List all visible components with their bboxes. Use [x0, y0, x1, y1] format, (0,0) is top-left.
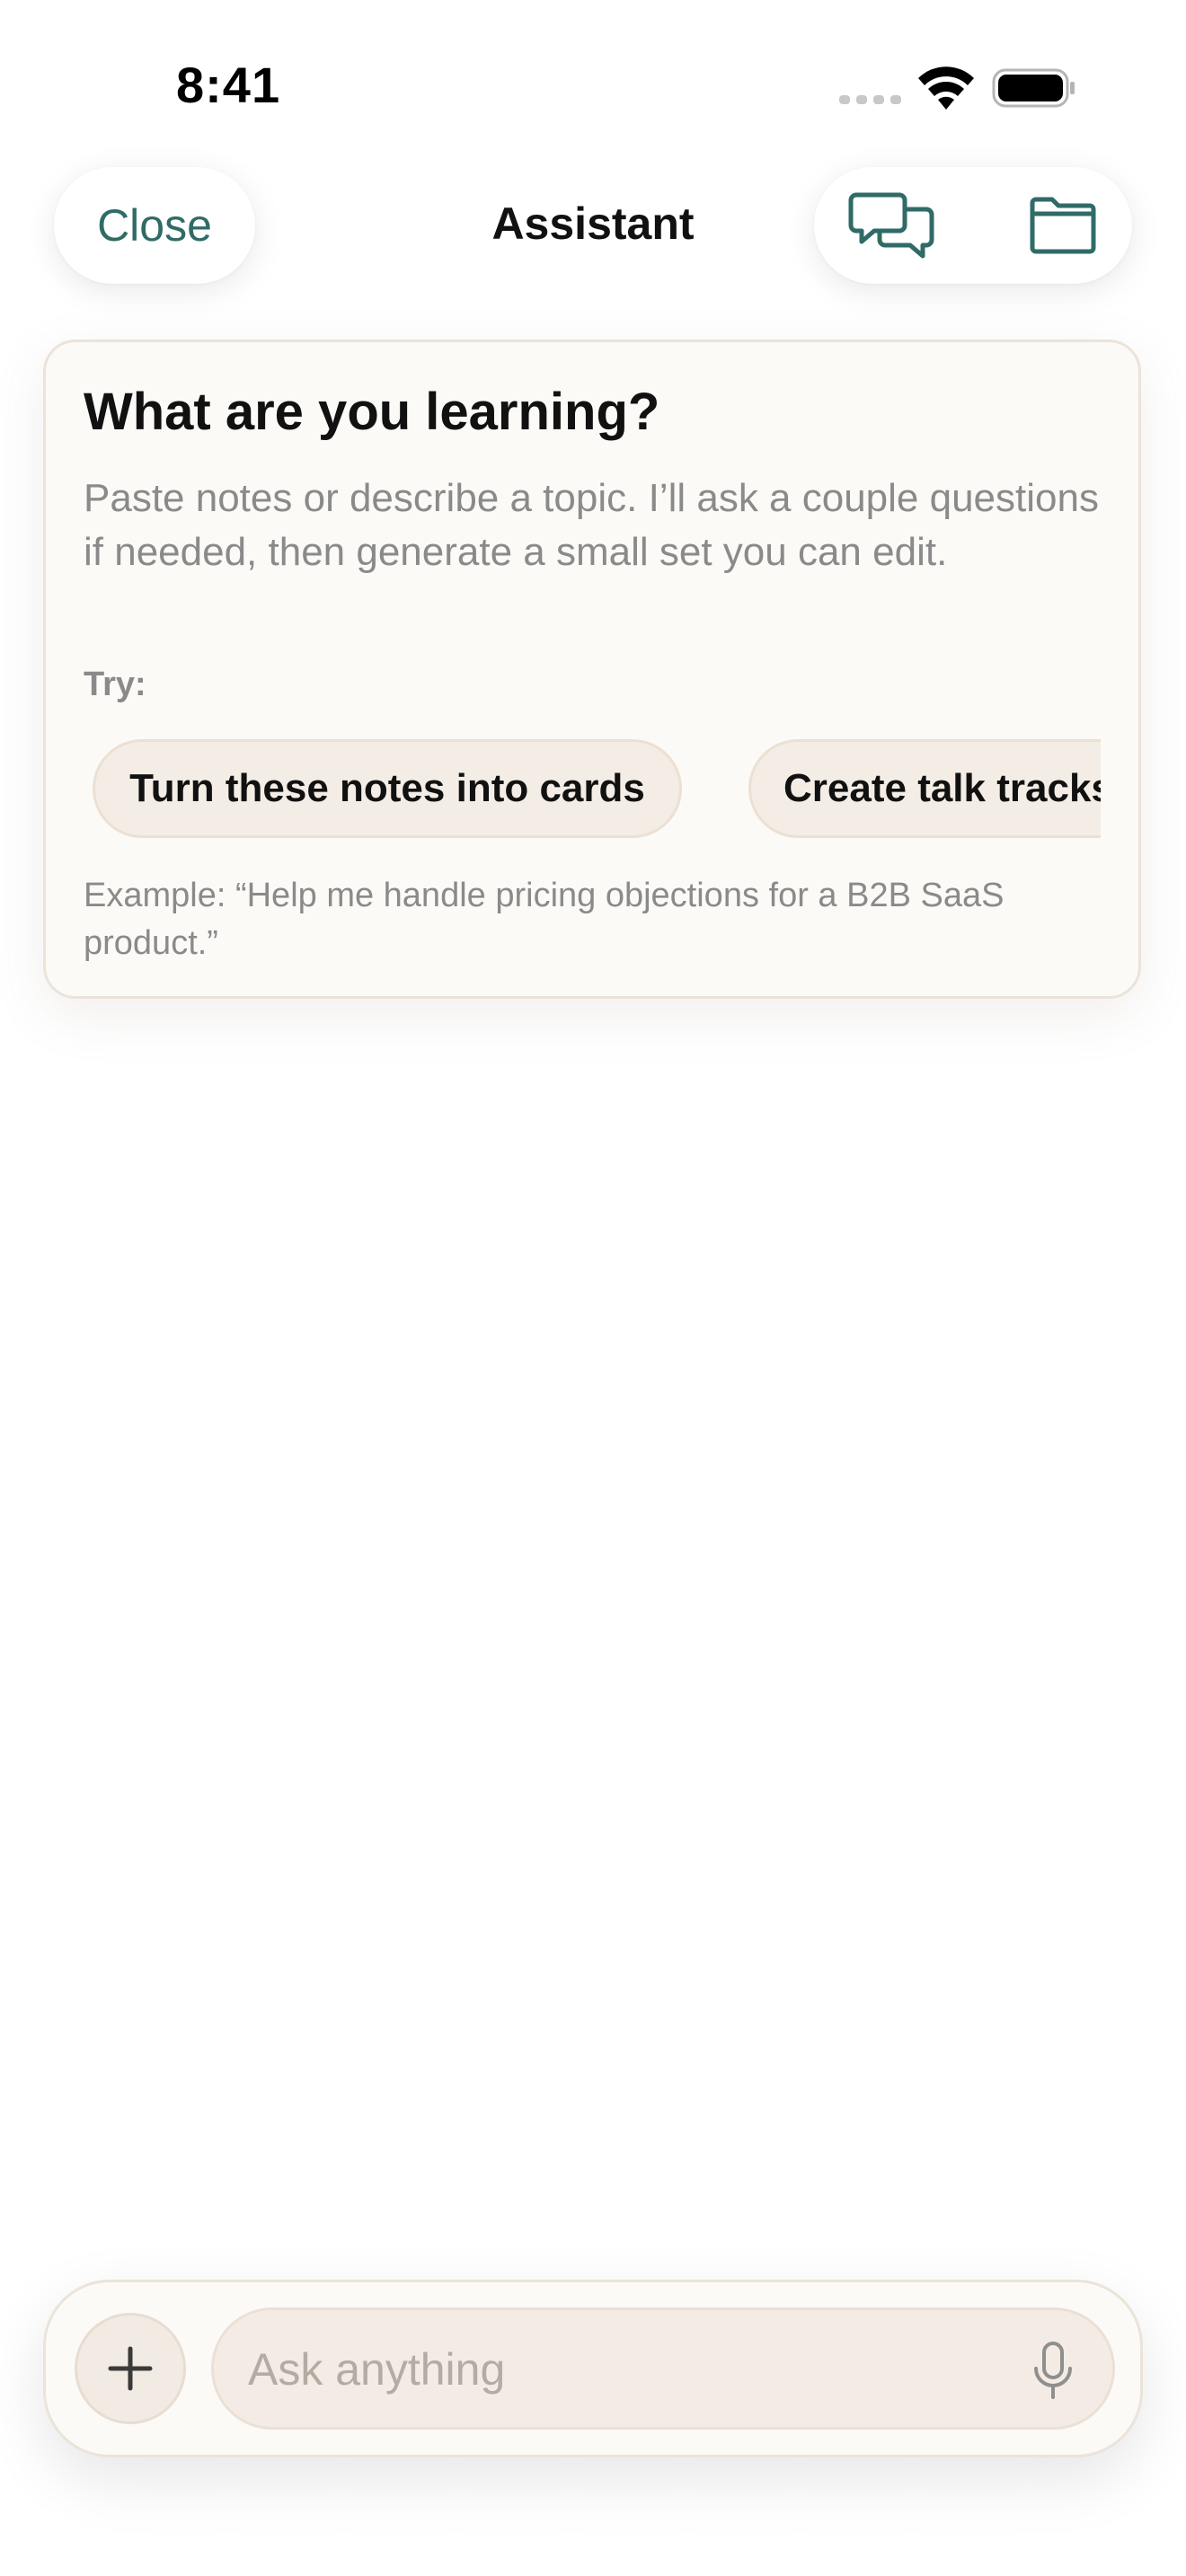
battery-icon	[992, 68, 1075, 108]
voice-input-button[interactable]	[1026, 2337, 1080, 2405]
conversations-button[interactable]	[843, 185, 942, 266]
card-description: Paste notes or describe a topic. I’ll as…	[84, 476, 1099, 574]
wifi-icon	[918, 66, 974, 110]
header-actions	[814, 167, 1132, 284]
composer	[43, 2280, 1143, 2457]
message-input[interactable]	[246, 2310, 996, 2429]
folder-icon	[1030, 197, 1096, 254]
status-time: 8:41	[176, 57, 281, 113]
microphone-icon	[1034, 2342, 1072, 2399]
message-input-wrapper	[211, 2307, 1115, 2430]
add-attachment-button[interactable]	[75, 2313, 186, 2424]
suggestion-chips[interactable]: Turn these notes into cards Create talk …	[84, 730, 1101, 847]
folder-button[interactable]	[1013, 185, 1112, 266]
assistant-screen: 8:41 Close Assistant What are you learni…	[0, 0, 1186, 2576]
page-title: Assistant	[491, 198, 695, 249]
example-text: Example: “Help me handle pricing objecti…	[84, 877, 1005, 962]
card-title: What are you learning?	[84, 383, 660, 441]
suggestion-chip-talk-tracks[interactable]: Create talk tracks for	[748, 739, 1101, 838]
suggestion-chip-notes-to-cards[interactable]: Turn these notes into cards	[93, 739, 682, 838]
try-label: Try:	[84, 666, 146, 703]
onboarding-card: What are you learning? Paste notes or de…	[43, 340, 1141, 999]
cellular-signal-icon	[839, 95, 901, 104]
close-button[interactable]: Close	[54, 167, 255, 284]
chat-bubbles-icon	[848, 192, 934, 259]
plus-icon	[108, 2346, 153, 2391]
